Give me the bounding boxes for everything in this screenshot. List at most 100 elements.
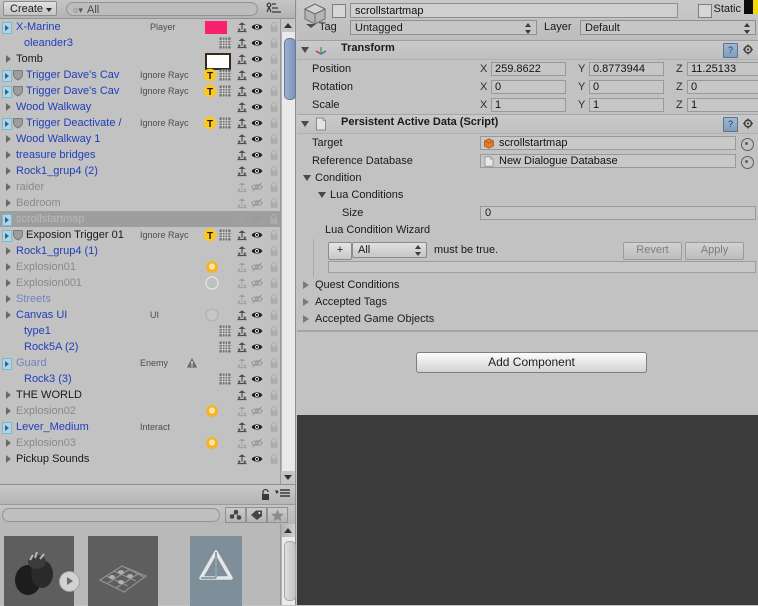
transform-z-input[interactable]: 1 bbox=[687, 98, 758, 112]
expand-arrow-icon[interactable] bbox=[6, 199, 11, 207]
visibility-eye-icon[interactable] bbox=[251, 389, 263, 401]
hierarchy-list[interactable]: X-Marine Player oleander3 Tomb Trigger Dave'… bbox=[0, 19, 295, 484]
visibility-eye-icon[interactable] bbox=[251, 421, 263, 433]
transform-x-input[interactable]: 259.8622 bbox=[491, 62, 566, 76]
visibility-eye-icon[interactable] bbox=[251, 229, 263, 241]
layer-dropdown[interactable]: Default bbox=[580, 20, 756, 35]
hierarchy-row[interactable]: Bedroom bbox=[0, 195, 295, 211]
hamburger-menu-icon[interactable] bbox=[275, 489, 291, 503]
script-component-header[interactable]: Persistent Active Data (Script) ? bbox=[297, 115, 758, 134]
lock-toggle-icon[interactable] bbox=[268, 245, 280, 257]
hierarchy-row[interactable]: scrollstartmap bbox=[0, 211, 295, 227]
lock-toggle-icon[interactable] bbox=[268, 293, 280, 305]
lock-toggle-icon[interactable] bbox=[268, 149, 280, 161]
asset-thumbnail-audio[interactable] bbox=[4, 536, 80, 606]
static-flag-icon[interactable] bbox=[236, 277, 248, 289]
static-flag-icon[interactable] bbox=[236, 325, 248, 337]
scrollbar-thumb[interactable] bbox=[284, 38, 296, 100]
add-component-button[interactable]: Add Component bbox=[416, 352, 647, 373]
transform-x-field[interactable]: X 259.8622 bbox=[480, 62, 566, 76]
foldout-closed-icon[interactable] bbox=[303, 298, 309, 306]
hierarchy-row[interactable]: THE WORLD bbox=[0, 387, 295, 403]
scroll-up-arrow[interactable] bbox=[281, 19, 294, 32]
visibility-eye-icon[interactable] bbox=[251, 245, 263, 257]
lock-toggle-icon[interactable] bbox=[268, 85, 280, 97]
favorite-star-icon[interactable] bbox=[267, 507, 288, 523]
visibility-eye-icon[interactable] bbox=[251, 341, 263, 353]
expand-arrow-icon[interactable] bbox=[6, 279, 11, 287]
transform-z-input[interactable]: 11.25133 bbox=[687, 62, 758, 76]
lock-toggle-icon[interactable] bbox=[268, 421, 280, 433]
expand-arrow-icon[interactable] bbox=[6, 391, 11, 399]
static-flag-icon[interactable] bbox=[236, 389, 248, 401]
expand-arrow-icon[interactable] bbox=[6, 407, 11, 415]
lock-toggle-icon[interactable] bbox=[268, 389, 280, 401]
static-flag-icon[interactable] bbox=[236, 245, 248, 257]
expand-arrow-icon[interactable] bbox=[6, 247, 11, 255]
visibility-eye-icon[interactable] bbox=[251, 21, 263, 33]
add-condition-button[interactable]: + bbox=[328, 242, 352, 260]
lock-toggle-icon[interactable] bbox=[268, 69, 280, 81]
visibility-eye-off-icon[interactable] bbox=[250, 293, 264, 305]
prefab-expand-icon[interactable] bbox=[2, 230, 12, 242]
hierarchy-row[interactable]: Lever_Medium Interact bbox=[0, 419, 295, 435]
lock-toggle-icon[interactable] bbox=[268, 101, 280, 113]
visibility-eye-icon[interactable] bbox=[251, 309, 263, 321]
asset-thumbnail-unity[interactable] bbox=[190, 536, 242, 606]
object-filter-icon[interactable] bbox=[225, 507, 246, 523]
lock-icon[interactable] bbox=[260, 488, 271, 504]
visibility-eye-off-icon[interactable] bbox=[250, 213, 264, 225]
static-flag-icon[interactable] bbox=[236, 341, 248, 353]
static-flag-icon[interactable] bbox=[236, 437, 248, 449]
lock-toggle-icon[interactable] bbox=[268, 453, 280, 465]
lock-toggle-icon[interactable] bbox=[268, 53, 280, 65]
lock-toggle-icon[interactable] bbox=[268, 165, 280, 177]
expand-arrow-icon[interactable] bbox=[6, 295, 11, 303]
static-flag-icon[interactable] bbox=[236, 69, 248, 81]
transform-y-input[interactable]: 0 bbox=[589, 80, 664, 94]
lock-toggle-icon[interactable] bbox=[268, 21, 280, 33]
visibility-eye-off-icon[interactable] bbox=[250, 405, 264, 417]
help-icon[interactable]: ? bbox=[723, 117, 738, 132]
prefab-expand-icon[interactable] bbox=[2, 118, 12, 130]
expand-arrow-icon[interactable] bbox=[6, 151, 11, 159]
hierarchy-row[interactable]: treasure bridges bbox=[0, 147, 295, 163]
transform-y-input[interactable]: 0.8773944 bbox=[589, 62, 664, 76]
visibility-eye-off-icon[interactable] bbox=[250, 277, 264, 289]
hierarchy-row[interactable]: type1 bbox=[0, 323, 295, 339]
foldout-open-icon[interactable] bbox=[301, 47, 309, 53]
quest-conditions-foldout[interactable]: Quest Conditions bbox=[297, 277, 758, 294]
hierarchy-row[interactable]: Explosion001 bbox=[0, 275, 295, 291]
create-button[interactable]: Create bbox=[3, 1, 58, 16]
prefab-expand-icon[interactable] bbox=[2, 214, 12, 226]
play-preview-icon[interactable] bbox=[59, 571, 80, 592]
hierarchy-row[interactable]: Guard Enemy bbox=[0, 355, 295, 371]
transform-z-field[interactable]: Z0 bbox=[676, 80, 758, 94]
static-flag-icon[interactable] bbox=[236, 373, 248, 385]
foldout-closed-icon[interactable] bbox=[303, 281, 309, 289]
expand-arrow-icon[interactable] bbox=[6, 311, 11, 319]
gear-icon[interactable] bbox=[742, 118, 755, 130]
scrollbar-track[interactable] bbox=[282, 32, 296, 471]
visibility-eye-icon[interactable] bbox=[251, 53, 263, 65]
hierarchy-row[interactable]: Wood Walkway bbox=[0, 99, 295, 115]
hierarchy-row[interactable]: Streets bbox=[0, 291, 295, 307]
prefab-expand-icon[interactable] bbox=[2, 22, 12, 34]
lock-toggle-icon[interactable] bbox=[268, 37, 280, 49]
expand-arrow-icon[interactable] bbox=[6, 167, 11, 175]
transform-y-field[interactable]: Y 0.8773944 bbox=[578, 62, 664, 76]
foldout-closed-icon[interactable] bbox=[303, 315, 309, 323]
static-flag-icon[interactable] bbox=[236, 421, 248, 433]
visibility-eye-icon[interactable] bbox=[251, 453, 263, 465]
static-flag-icon[interactable] bbox=[236, 85, 248, 97]
hierarchy-row[interactable]: oleander3 bbox=[0, 35, 295, 51]
hierarchy-row[interactable]: Trigger Dave's Cav Ignore Rayc T bbox=[0, 67, 295, 83]
visibility-eye-icon[interactable] bbox=[251, 325, 263, 337]
static-flag-icon[interactable] bbox=[236, 133, 248, 145]
hierarchy-row[interactable]: Canvas UI UI bbox=[0, 307, 295, 323]
hierarchy-row[interactable]: Explosion03 bbox=[0, 435, 295, 451]
hierarchy-row[interactable]: raider bbox=[0, 179, 295, 195]
static-flag-icon[interactable] bbox=[236, 229, 248, 241]
static-flag-icon[interactable] bbox=[236, 37, 248, 49]
prefab-expand-icon[interactable] bbox=[2, 86, 12, 98]
